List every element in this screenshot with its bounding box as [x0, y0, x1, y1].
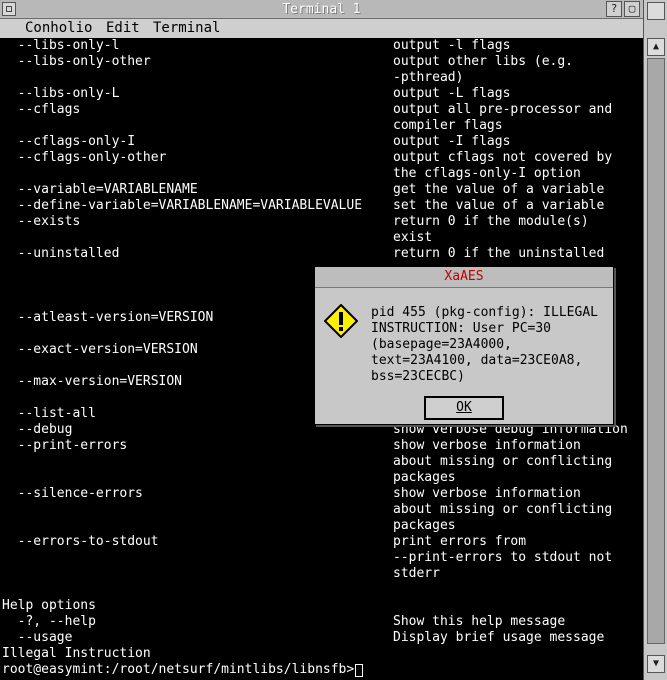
terminal-line-desc: get the value of a variable — [393, 182, 605, 197]
terminal-line-desc: output -l flags — [393, 38, 511, 53]
terminal-line-desc: about missing or conflicting — [393, 454, 613, 469]
terminal-line: -?, --help — [2, 614, 96, 629]
terminal-line: Illegal Instruction — [2, 646, 151, 661]
fuller-button[interactable]: ▢ — [624, 1, 640, 17]
terminal-line-desc: compiler flags — [393, 118, 503, 133]
terminal-line-desc: output -L flags — [393, 86, 511, 101]
terminal-line: --variable=VARIABLENAME — [2, 182, 198, 197]
dialog-title: XaAES — [315, 267, 613, 288]
terminal-line-desc: the cflags-only-I option — [393, 166, 581, 181]
scroll-down-icon[interactable]: ▼ — [647, 655, 665, 673]
terminal-line: --libs-only-L — [2, 86, 120, 101]
terminal-line-desc: Display brief usage message — [393, 630, 605, 645]
terminal-line-desc: show verbose information — [393, 486, 581, 501]
window-titlebar[interactable]: Terminal 1 ? ▢ — [0, 0, 643, 19]
terminal-line: --debug — [2, 422, 73, 437]
text-cursor — [354, 664, 363, 677]
terminal-line-desc: output other libs (e.g. — [393, 54, 574, 69]
terminal-line: --uninstalled — [2, 246, 120, 261]
scrollbar-track[interactable] — [647, 58, 665, 644]
terminal-line: --define-variable=VARIABLENAME=VARIABLEV… — [2, 198, 363, 213]
terminal-line: Help options — [2, 598, 96, 613]
terminal-line: root@easymint:/root/netsurf/mintlibs/lib… — [2, 662, 355, 677]
terminal-line: --exists — [2, 214, 81, 229]
warning-icon — [324, 304, 358, 338]
help-button[interactable]: ? — [606, 1, 622, 17]
terminal-line: --errors-to-stdout — [2, 534, 159, 549]
terminal-line-desc: exist — [393, 230, 433, 245]
terminal-line-desc: stderr — [393, 566, 440, 581]
terminal-line-desc: show verbose information — [393, 438, 581, 453]
terminal-line-desc: Show this help message — [393, 614, 566, 629]
terminal-line-desc: packages — [393, 518, 456, 533]
scrollbar[interactable]: ▲ ▼ — [643, 0, 667, 680]
terminal-line: --atleast-version=VERSION — [2, 310, 214, 325]
terminal-line: --cflags-only-I — [2, 134, 136, 149]
menu-bar: Conholio Edit Terminal — [0, 19, 643, 39]
terminal-line-desc: set the value of a variable — [393, 198, 605, 213]
terminal-line-desc: return 0 if the module(s) — [393, 214, 589, 229]
terminal-line: --print-errors — [2, 438, 128, 453]
terminal-line-desc: -pthread) — [393, 70, 464, 85]
terminal-line-desc: --print-errors to stdout not — [393, 550, 613, 565]
terminal-line-desc: packages — [393, 470, 456, 485]
terminal-line: --max-version=VERSION — [2, 374, 183, 389]
terminal-line: --libs-only-l — [2, 38, 120, 53]
terminal-line-desc: output cflags not covered by — [393, 150, 613, 165]
terminal-line-desc: output -I flags — [393, 134, 511, 149]
terminal-line: --cflags — [2, 102, 81, 117]
terminal-line: --usage — [2, 630, 73, 645]
ok-button[interactable]: OK — [424, 396, 504, 420]
terminal-line: --list-all — [2, 406, 96, 421]
minimize-icon[interactable] — [647, 2, 665, 20]
alert-dialog: XaAES pid 455 (pkg-config): ILLEGAL INST… — [314, 266, 614, 425]
terminal-line: --libs-only-other — [2, 54, 151, 69]
terminal-line-desc: output all pre-processor and — [393, 102, 613, 117]
terminal-line: --silence-errors — [2, 486, 143, 501]
dialog-message: pid 455 (pkg-config): ILLEGAL INSTRUCTIO… — [371, 305, 598, 384]
terminal-line-desc: print errors from — [393, 534, 527, 549]
scroll-up-icon[interactable]: ▲ — [647, 38, 665, 56]
terminal-line-desc: about missing or conflicting — [393, 502, 613, 517]
menu-terminal[interactable]: Terminal — [153, 20, 220, 36]
menu-edit[interactable]: Edit — [106, 20, 140, 36]
menu-conholio[interactable]: Conholio — [25, 20, 92, 36]
terminal-line: --exact-version=VERSION — [2, 342, 198, 357]
window-title: Terminal 1 — [282, 2, 361, 17]
terminal-line: --cflags-only-other — [2, 150, 167, 165]
terminal-line-desc: return 0 if the uninstalled — [393, 246, 605, 261]
